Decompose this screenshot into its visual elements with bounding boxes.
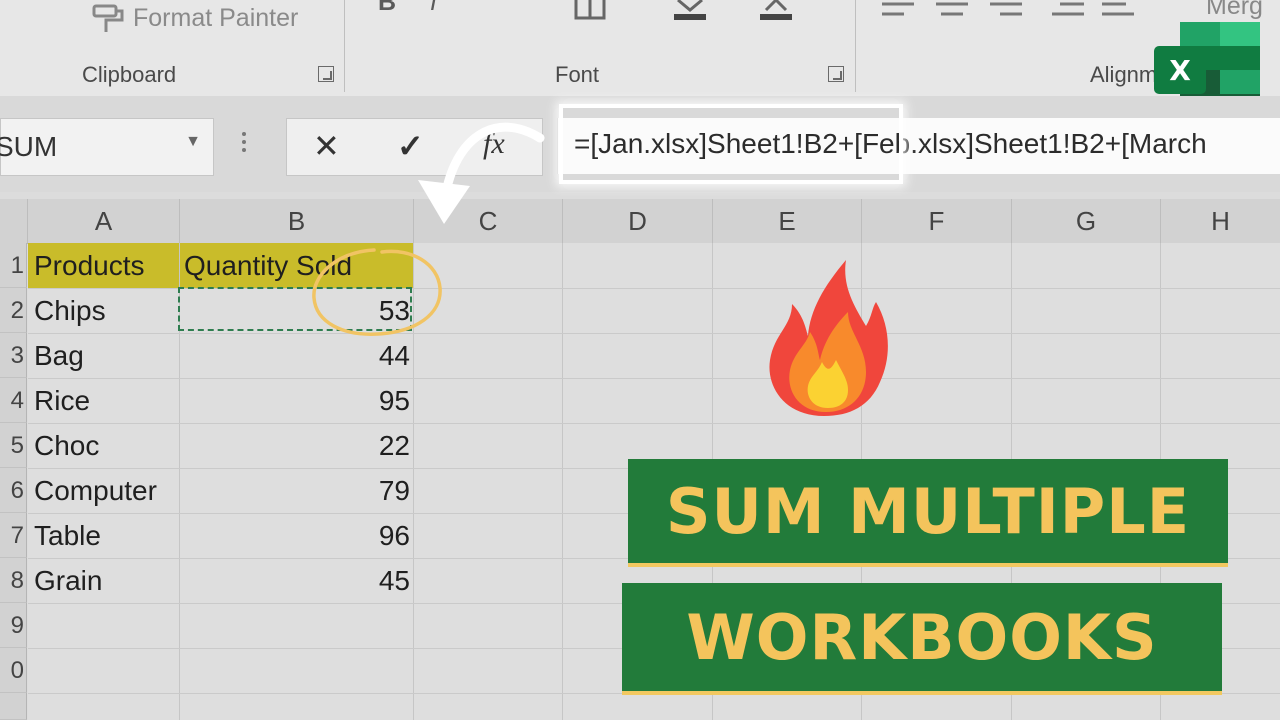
product-cell[interactable]: Chips: [34, 288, 106, 333]
ribbon-separator: [855, 0, 856, 92]
font-color-icon[interactable]: [756, 0, 796, 24]
alignment-group-label: Alignm: [1090, 62, 1158, 87]
column-header-corner[interactable]: [0, 199, 28, 243]
align-left-icon[interactable]: [880, 2, 916, 18]
row-header[interactable]: 0: [0, 648, 27, 693]
excel-logo-letter: X: [1169, 54, 1191, 87]
row-header[interactable]: 2: [0, 288, 27, 333]
product-cell[interactable]: Choc: [34, 423, 99, 468]
column-header-h[interactable]: H: [1161, 199, 1280, 243]
align-right-icon[interactable]: [988, 2, 1024, 18]
highlight-circle: [312, 248, 442, 336]
decrease-indent-icon[interactable]: [1050, 2, 1086, 18]
quantity-cell[interactable]: 79: [180, 468, 410, 513]
product-cell[interactable]: Bag: [34, 333, 84, 378]
column-header-a[interactable]: A: [28, 199, 180, 243]
cancel-button[interactable]: ✕: [313, 127, 340, 165]
clipboard-group-label: Clipboard: [82, 62, 177, 87]
product-cell[interactable]: Rice: [34, 378, 90, 423]
product-cell[interactable]: Computer: [34, 468, 157, 513]
row-header[interactable]: 7: [0, 513, 27, 558]
column-header-b[interactable]: B: [180, 199, 414, 243]
curved-arrow-icon: [418, 122, 545, 224]
italic-button[interactable]: I: [430, 0, 437, 17]
format-painter-button[interactable]: Format Painter: [133, 4, 298, 33]
name-box[interactable]: SUM ▼: [0, 118, 214, 176]
formula-highlight-box: [559, 104, 903, 184]
column-headers: A B C D E F G H: [0, 199, 1280, 244]
ribbon-separator: [344, 0, 345, 92]
title-line-1: SUM MULTIPLE: [665, 475, 1191, 548]
fire-icon: [769, 260, 888, 416]
row-header[interactable]: 6: [0, 468, 27, 513]
font-group-label: Font: [555, 62, 600, 87]
row-header[interactable]: 1: [0, 243, 27, 288]
product-cell[interactable]: Table: [34, 513, 101, 558]
column-header-d[interactable]: D: [563, 199, 713, 243]
row-header[interactable]: [0, 693, 27, 720]
clipboard-launcher-icon[interactable]: [318, 66, 334, 82]
row-header[interactable]: 8: [0, 558, 27, 603]
chevron-down-icon[interactable]: ▼: [185, 133, 201, 151]
column-header-e[interactable]: E: [713, 199, 862, 243]
title-banner-line-1: SUM MULTIPLE: [628, 459, 1228, 567]
column-header-g[interactable]: G: [1012, 199, 1161, 243]
more-options-icon[interactable]: [240, 128, 248, 164]
row-header[interactable]: 3: [0, 333, 27, 378]
font-launcher-icon[interactable]: [828, 66, 844, 82]
row-header[interactable]: 5: [0, 423, 27, 468]
row-header[interactable]: 9: [0, 603, 27, 648]
quantity-cell[interactable]: 45: [180, 558, 410, 603]
ribbon: Format Painter Clipboard B I Font Merg A…: [0, 0, 1280, 97]
row-header[interactable]: 4: [0, 378, 27, 423]
increase-indent-icon[interactable]: [1100, 2, 1136, 18]
paintbrush-icon[interactable]: [88, 2, 128, 38]
quantity-cell[interactable]: 95: [180, 378, 410, 423]
quantity-cell[interactable]: 22: [180, 423, 410, 468]
bold-button[interactable]: B: [378, 0, 396, 17]
column-header-f[interactable]: F: [862, 199, 1012, 243]
name-box-value: SUM: [0, 131, 58, 162]
quantity-cell[interactable]: 96: [180, 513, 410, 558]
merge-button[interactable]: Merg: [1206, 0, 1263, 21]
title-banner-line-2: WORKBOOKS: [622, 583, 1222, 695]
fill-color-icon[interactable]: [670, 0, 710, 24]
align-center-icon[interactable]: [934, 2, 970, 18]
quantity-cell[interactable]: 44: [180, 333, 410, 378]
borders-icon[interactable]: [572, 0, 612, 22]
title-line-2: WORKBOOKS: [686, 601, 1158, 674]
header-cell-products[interactable]: Products: [34, 243, 145, 288]
product-cell[interactable]: Grain: [34, 558, 102, 603]
